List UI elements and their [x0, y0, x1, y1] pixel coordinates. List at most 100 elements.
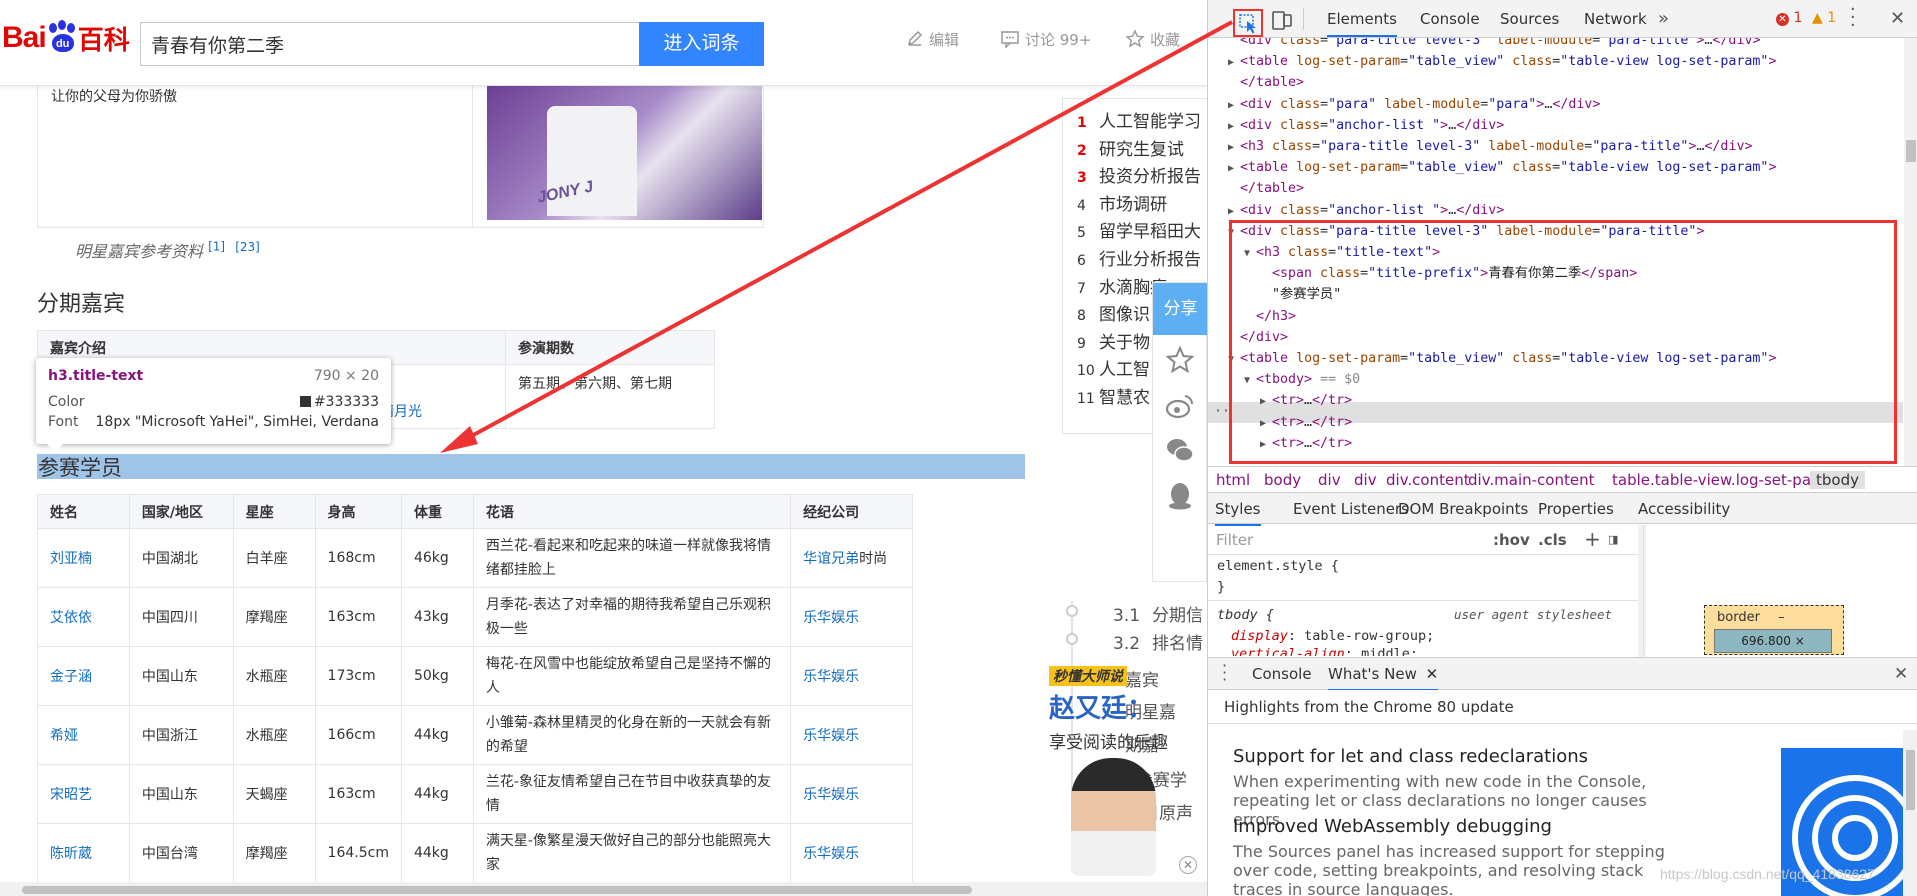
- ranking-item[interactable]: 8 图像识: [1077, 300, 1150, 325]
- ref-link-2[interactable]: [23]: [235, 240, 260, 254]
- cell-name[interactable]: 艾依依: [37, 587, 130, 647]
- annotation-red-box: [1229, 220, 1897, 464]
- company-link[interactable]: 乐华娱乐: [803, 787, 859, 803]
- share-button[interactable]: 分享: [1153, 283, 1207, 335]
- styles-tab-item[interactable]: Properties: [1538, 500, 1614, 518]
- dom-scrollbar[interactable]: [1904, 38, 1917, 466]
- breadcrumb-item[interactable]: div: [1318, 471, 1341, 489]
- dom-node-line[interactable]: ▶ <div class="para" label-module="para">……: [1228, 95, 1600, 115]
- tab-sources[interactable]: Sources: [1500, 10, 1559, 28]
- discuss-action[interactable]: 讨论 99+: [1000, 28, 1091, 50]
- expand-arrow-icon[interactable]: ▶: [1228, 96, 1240, 116]
- expand-arrow-icon[interactable]: ▶: [1228, 117, 1240, 137]
- ranking-item[interactable]: 6 行业分析报告: [1077, 245, 1201, 270]
- style-sidebar-icon[interactable]: ◨: [1608, 533, 1618, 546]
- expand-arrow-icon[interactable]: ▶: [1228, 53, 1240, 73]
- filter-input[interactable]: Filter: [1216, 531, 1253, 549]
- error-count[interactable]: ✕ 1: [1776, 10, 1802, 26]
- cell-name[interactable]: 希娅: [37, 705, 130, 765]
- inspect-element-button[interactable]: [1233, 9, 1263, 37]
- company-link[interactable]: 华谊兄弟: [803, 551, 859, 567]
- weibo-icon[interactable]: [1165, 391, 1195, 421]
- breadcrumb-item[interactable]: div.main-content: [1468, 471, 1595, 489]
- breadcrumb-item[interactable]: body: [1264, 471, 1301, 489]
- ranking-item[interactable]: 11 智慧农: [1077, 383, 1150, 408]
- company-link[interactable]: 乐华娱乐: [803, 669, 859, 685]
- wechat-icon[interactable]: [1165, 435, 1195, 465]
- drawer-menu-icon[interactable]: · · ·: [1222, 658, 1227, 688]
- ranking-item[interactable]: 2 研究生复试: [1077, 135, 1184, 160]
- edit-action[interactable]: 编辑: [906, 28, 959, 50]
- cell-name[interactable]: 金子涵: [37, 646, 130, 706]
- cell-name[interactable]: 陈昕葳: [37, 823, 130, 883]
- breadcrumb-item[interactable]: table.table-view.log-set-param: [1612, 471, 1841, 489]
- ranking-item[interactable]: 9 关于物: [1077, 328, 1150, 353]
- collect-action[interactable]: 收藏: [1125, 28, 1180, 50]
- whats-new-item-title[interactable]: Support for let and class redeclarations: [1233, 746, 1588, 767]
- expand-arrow-icon[interactable]: ▶: [1228, 159, 1240, 179]
- company-link[interactable]: 乐华娱乐: [803, 846, 859, 862]
- ad-close-icon[interactable]: ✕: [1179, 856, 1197, 874]
- dom-node-line[interactable]: ▶ <div class="anchor-list ">…</div>: [1228, 201, 1504, 221]
- drawer-tab-whats-new[interactable]: What's New ✕: [1328, 665, 1439, 691]
- device-toolbar-icon[interactable]: [1270, 9, 1294, 31]
- ranking-item[interactable]: 4 市场调研: [1077, 190, 1167, 215]
- ranking-item[interactable]: 10 人工智: [1077, 355, 1150, 380]
- cls-toggle[interactable]: .cls: [1538, 531, 1567, 549]
- element-style-rule[interactable]: element.style {: [1217, 558, 1339, 574]
- tab-network[interactable]: Network: [1584, 10, 1647, 28]
- ref-link-1[interactable]: [1]: [208, 240, 225, 254]
- enter-entry-button[interactable]: 进入词条: [639, 22, 764, 66]
- baidu-logo[interactable]: Bai du 百科: [2, 18, 130, 58]
- toc-item[interactable]: 3.1 分期信: [1113, 601, 1207, 626]
- close-devtools-icon[interactable]: ✕: [1890, 8, 1905, 29]
- more-tabs-button[interactable]: »: [1658, 8, 1669, 29]
- tab-console[interactable]: Console: [1420, 10, 1480, 28]
- cell-name[interactable]: 宋昭艺: [37, 764, 130, 824]
- close-tab-icon[interactable]: ✕: [1426, 665, 1439, 683]
- ad-banner[interactable]: 秒懂大师说 赵又廷： 享受阅读的乐趣 ✕: [1049, 666, 1204, 881]
- whats-new-scrollbar[interactable]: [1903, 730, 1917, 896]
- breadcrumb-item[interactable]: tbody: [1810, 471, 1865, 489]
- expand-arrow-icon[interactable]: ▶: [1228, 138, 1240, 158]
- cell-region: 中国台湾: [128, 823, 234, 883]
- toc-item[interactable]: 3.2 排名情: [1113, 629, 1207, 654]
- company-link[interactable]: 乐华娱乐: [803, 610, 859, 626]
- dom-node-line[interactable]: ▶ <h3 class="para-title level-3" label-mo…: [1228, 137, 1752, 157]
- tab-elements[interactable]: Elements: [1327, 10, 1397, 37]
- styles-tab-item[interactable]: DOM Breakpoints: [1398, 500, 1528, 518]
- add-rule-icon[interactable]: +: [1584, 527, 1601, 551]
- favorite-star-icon[interactable]: [1165, 345, 1195, 375]
- styles-tab-item[interactable]: Styles: [1215, 500, 1261, 526]
- whats-new-item-title[interactable]: Improved WebAssembly debugging: [1233, 816, 1552, 837]
- dom-node-line[interactable]: <div class="para-title level-3" label-mo…: [1228, 38, 1760, 51]
- warning-count[interactable]: ▲ 1: [1812, 10, 1836, 26]
- dom-node-line[interactable]: ▶ <table log-set-param="table_view" class…: [1228, 52, 1776, 72]
- ranking-item[interactable]: 3 投资分析报告: [1077, 162, 1201, 187]
- dom-node-line[interactable]: </table>: [1228, 179, 1304, 199]
- breadcrumb-item[interactable]: div: [1354, 471, 1377, 489]
- horizontal-scroll-thumb[interactable]: [22, 886, 972, 894]
- qq-icon[interactable]: [1165, 481, 1195, 511]
- breadcrumb-item[interactable]: div.content: [1386, 471, 1470, 489]
- cell-name[interactable]: 刘亚楠: [37, 528, 130, 588]
- close-drawer-icon[interactable]: ✕: [1894, 664, 1908, 684]
- ranking-item[interactable]: 1 人工智能学习: [1077, 107, 1201, 132]
- dom-node-line[interactable]: ▶ <table log-set-param="table_view" class…: [1228, 158, 1776, 178]
- styles-tab-item[interactable]: Event Listeners: [1293, 500, 1409, 518]
- breadcrumb-item[interactable]: html: [1216, 471, 1250, 489]
- dom-node-line[interactable]: ▶ <div class="anchor-list ">…</div>: [1228, 116, 1504, 136]
- ranking-item[interactable]: 5 留学早稻田大: [1077, 217, 1201, 242]
- hov-toggle[interactable]: :hov: [1493, 531, 1530, 549]
- drawer-tab-console[interactable]: Console: [1252, 665, 1312, 683]
- kebab-menu-icon[interactable]: · · ·: [1850, 1, 1856, 35]
- guest-photo[interactable]: JONY J: [487, 86, 762, 220]
- dom-node-line[interactable]: </table>: [1228, 73, 1304, 93]
- dom-scroll-thumb[interactable]: [1906, 140, 1916, 162]
- styles-tab-item[interactable]: Accessibility: [1638, 500, 1730, 518]
- company-link[interactable]: 乐华娱乐: [803, 728, 859, 744]
- whats-new-scroll-thumb[interactable]: [1906, 750, 1915, 810]
- cell-height: 166cm: [314, 705, 402, 765]
- search-input[interactable]: [140, 22, 640, 66]
- expand-arrow-icon[interactable]: ▶: [1228, 202, 1240, 222]
